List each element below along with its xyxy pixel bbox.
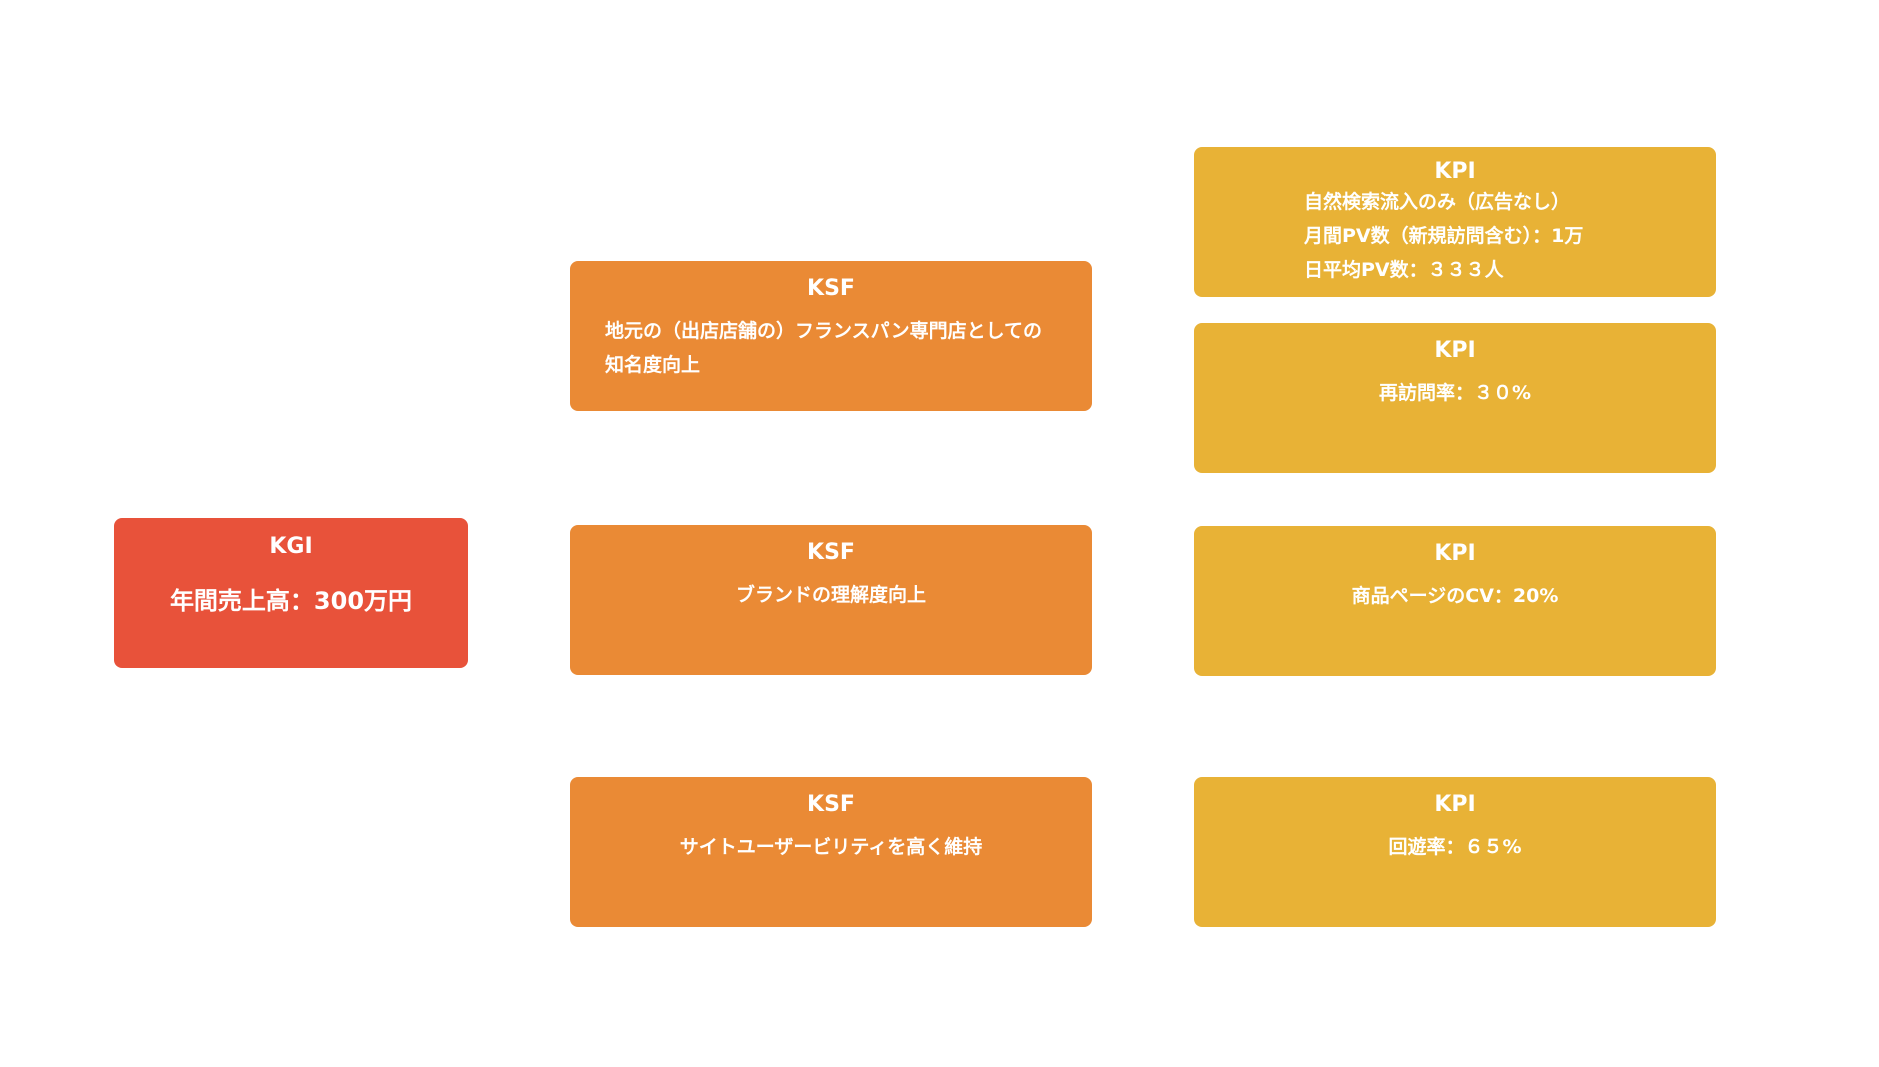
kpi-box-revisit-rate: KPI 再訪問率：３０% <box>1194 323 1716 473</box>
ksf-body: サイトユーザービリティを高く維持 <box>570 830 1092 864</box>
kgi-box: KGI 年間売上高：300万円 <box>114 518 468 668</box>
kpi-text-line: 月間PV数（新規訪問含む）：1万 <box>1304 225 1584 247</box>
ksf-title: KSF <box>807 540 855 565</box>
kpi-title: KPI <box>1434 159 1476 184</box>
ksf-text-line: 地元の（出店店舗の）フランスパン専門店としての <box>605 320 1043 342</box>
ksf-title: KSF <box>807 792 855 817</box>
kgi-title: KGI <box>269 534 313 559</box>
kpi-box-product-cv: KPI 商品ページのCV：20% <box>1194 526 1716 676</box>
kpi-title: KPI <box>1434 792 1476 817</box>
ksf-text-line: ブランドの理解度向上 <box>735 584 926 606</box>
kgi-text: 年間売上高：300万円 <box>169 587 413 615</box>
kpi-text-line: 回遊率：６５% <box>1388 836 1522 858</box>
kpi-box-pageviews: KPI 自然検索流入のみ（広告なし） 月間PV数（新規訪問含む）：1万 日平均P… <box>1194 147 1716 297</box>
kpi-text-line: 自然検索流入のみ（広告なし） <box>1304 191 1571 213</box>
ksf-title: KSF <box>807 276 855 301</box>
kpi-body: 商品ページのCV：20% <box>1194 579 1716 613</box>
ksf-body: ブランドの理解度向上 <box>570 578 1092 612</box>
kpi-text-line: 日平均PV数：３３３人 <box>1304 259 1504 281</box>
ksf-box-brand-understanding: KSF ブランドの理解度向上 <box>570 525 1092 675</box>
kpi-body: 自然検索流入のみ（広告なし） 月間PV数（新規訪問含む）：1万 日平均PV数：３… <box>1194 185 1716 287</box>
ksf-text-line: サイトユーザービリティを高く維持 <box>679 836 983 858</box>
kgi-body: 年間売上高：300万円 <box>114 584 468 618</box>
ksf-body: 地元の（出店店舗の）フランスパン専門店としての 知名度向上 <box>570 314 1092 382</box>
kpi-body: 再訪問率：３０% <box>1194 376 1716 410</box>
ksf-text-line: 知名度向上 <box>605 354 701 376</box>
kpi-title: KPI <box>1434 338 1476 363</box>
kpi-text-line: 商品ページのCV：20% <box>1351 585 1559 607</box>
kpi-body: 回遊率：６５% <box>1194 830 1716 864</box>
kpi-text-line: 再訪問率：３０% <box>1378 382 1532 404</box>
ksf-box-usability: KSF サイトユーザービリティを高く維持 <box>570 777 1092 927</box>
kpi-title: KPI <box>1434 541 1476 566</box>
ksf-box-awareness: KSF 地元の（出店店舗の）フランスパン専門店としての 知名度向上 <box>570 261 1092 411</box>
kpi-box-circulation-rate: KPI 回遊率：６５% <box>1194 777 1716 927</box>
